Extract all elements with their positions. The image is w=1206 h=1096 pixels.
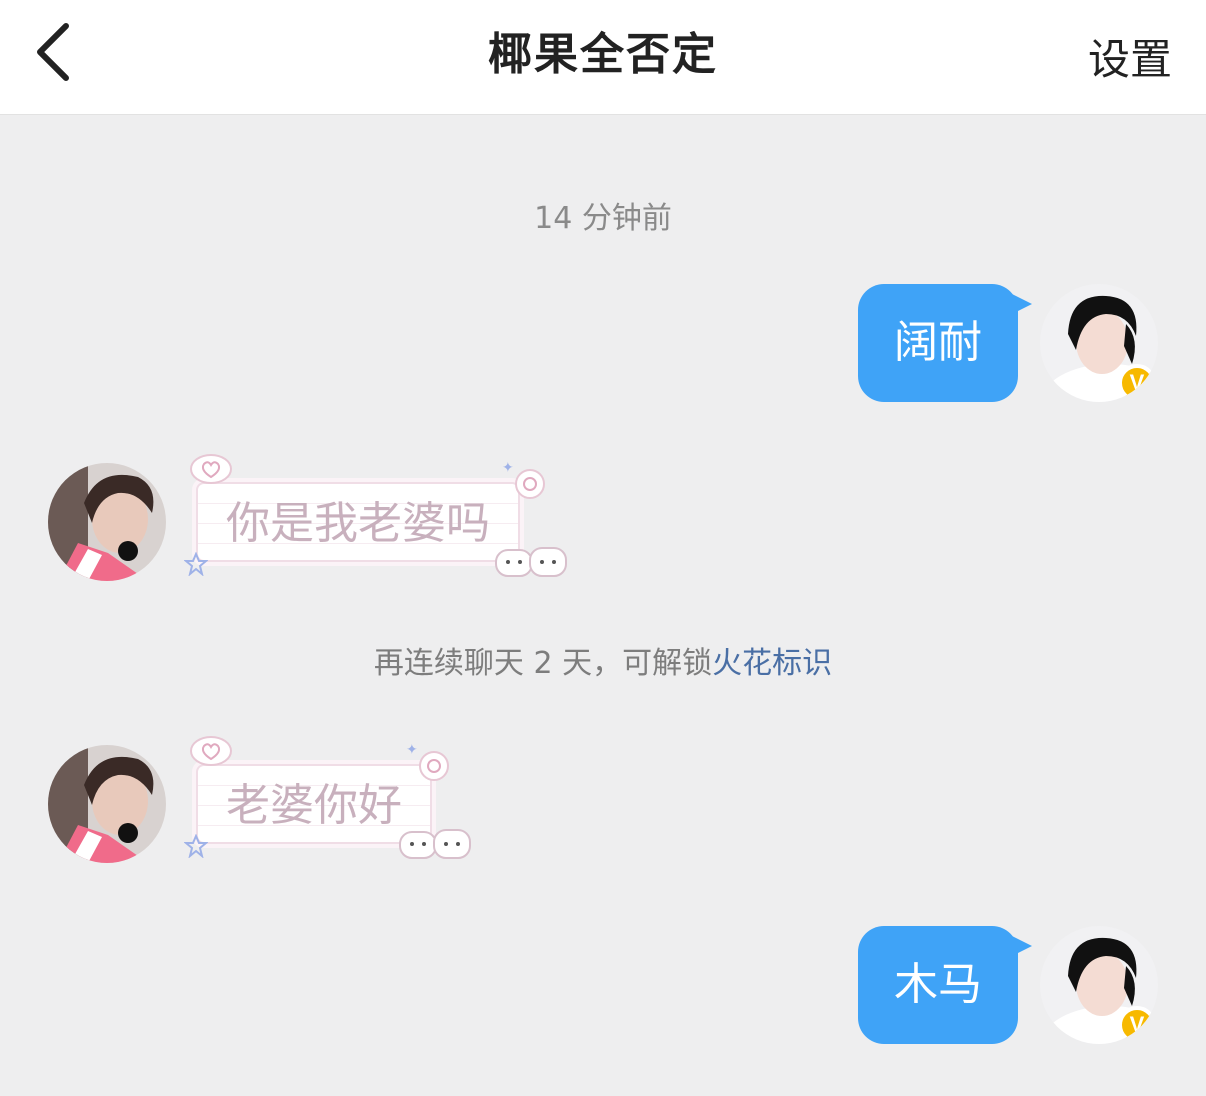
avatar-photo (48, 463, 166, 581)
svg-text:✦: ✦ (502, 460, 514, 476)
message-text: 你是我老婆吗 (226, 498, 490, 549)
notice-text: 再连续聊天 2 天，可解锁 (373, 646, 713, 681)
contact-avatar[interactable] (48, 745, 166, 863)
heart-sticker-icon (190, 454, 232, 484)
bubble-tail (1012, 936, 1032, 956)
verified-badge: V (1118, 364, 1156, 402)
settings-button[interactable]: 设置 (1088, 26, 1172, 87)
bubble-tail (1012, 294, 1032, 314)
nav-header: 椰果全否定 设置 (0, 0, 1206, 115)
my-avatar[interactable]: V (1040, 284, 1158, 402)
outgoing-message-bubble[interactable]: 阔耐 (858, 284, 1018, 402)
verified-badge: V (1118, 1006, 1156, 1044)
svg-text:✦: ✦ (406, 742, 418, 758)
badge-letter: V (1129, 370, 1145, 395)
chat-title: 椰果全否定 (488, 29, 718, 80)
flower-sticker-icon: ✦ (406, 742, 449, 781)
heart-sticker-icon (190, 736, 232, 766)
badge-letter: V (1129, 1012, 1145, 1037)
incoming-message-bubble[interactable]: 你是我老婆吗 (196, 482, 520, 562)
star-sticker-icon (184, 834, 208, 858)
spark-badge-link[interactable]: 火花标识 (712, 646, 832, 681)
message-text: 老婆你好 (226, 780, 402, 831)
message-text: 阔耐 (894, 317, 982, 368)
bunny-sticker-icon (495, 547, 567, 577)
message-timestamp: 14 分钟前 (534, 201, 672, 236)
outgoing-message-bubble[interactable]: 木马 (858, 926, 1018, 1044)
incoming-message-bubble[interactable]: 老婆你好 (196, 764, 432, 844)
flower-sticker-icon: ✦ (502, 460, 545, 499)
message-text: 木马 (894, 959, 982, 1010)
contact-avatar[interactable] (48, 463, 166, 581)
star-sticker-icon (184, 552, 208, 576)
spark-streak-notice: 再连续聊天 2 天，可解锁火花标识 (0, 638, 1206, 682)
avatar-photo (48, 745, 166, 863)
my-avatar[interactable]: V (1040, 926, 1158, 1044)
bunny-sticker-icon (399, 829, 471, 859)
